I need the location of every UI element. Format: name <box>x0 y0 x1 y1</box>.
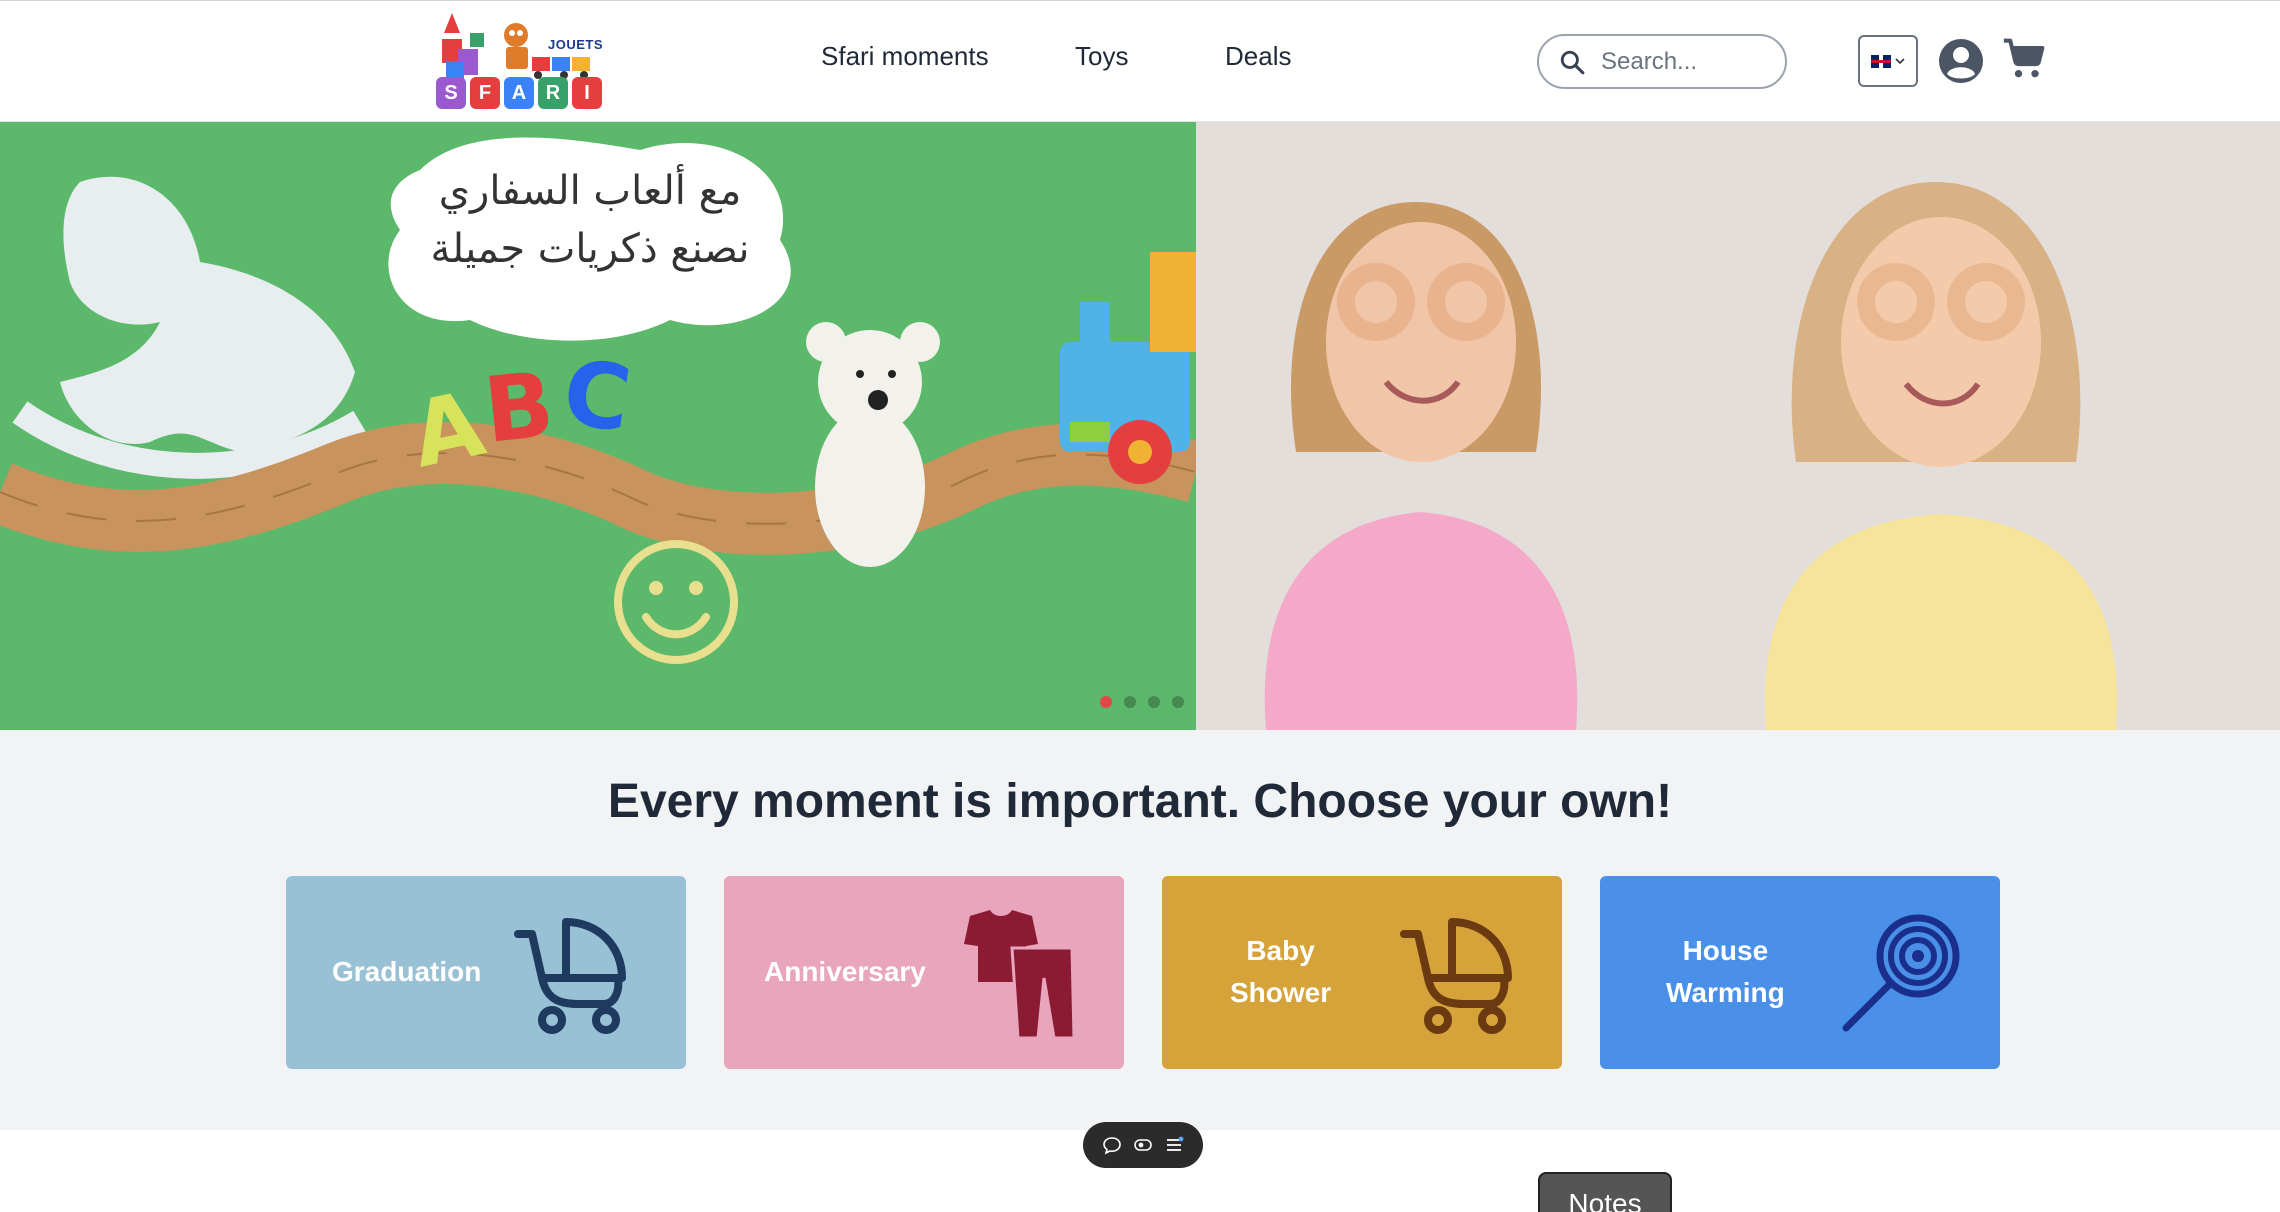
uk-flag-icon <box>1871 54 1891 68</box>
moment-card-label-line1: Baby <box>1246 935 1315 966</box>
moment-card-label: Graduation <box>332 956 482 987</box>
moment-card-graduation[interactable]: Graduation <box>286 876 686 1069</box>
clothes-icon <box>964 910 1076 1038</box>
site-header: JOUETS S F A R I Sfari moments Toys Deal… <box>0 0 2280 122</box>
moment-card-label-line2: Shower <box>1230 977 1332 1008</box>
logo-tagline: JOUETS <box>548 37 604 52</box>
stroller-icon <box>1400 918 1512 1034</box>
eye-icon[interactable] <box>1133 1135 1153 1155</box>
logo-letter: I <box>572 77 602 109</box>
carousel-dot-2[interactable] <box>1124 696 1136 708</box>
moment-card-label-line2: Warming <box>1666 977 1785 1008</box>
moment-card-house-warming[interactable]: House Warming <box>1600 876 2000 1069</box>
brand-logo[interactable]: JOUETS S F A R I <box>432 11 610 113</box>
user-account-icon[interactable] <box>1938 38 1984 84</box>
logo-letter: F <box>470 77 500 109</box>
logo-letter: A <box>504 77 534 109</box>
language-selector[interactable] <box>1858 35 1918 87</box>
comment-icon[interactable] <box>1102 1135 1122 1155</box>
carousel-dot-4[interactable] <box>1172 696 1184 708</box>
carousel-dot-3[interactable] <box>1148 696 1160 708</box>
nav-sfari-moments[interactable]: Sfari moments <box>821 41 989 72</box>
search-icon <box>1560 50 1585 74</box>
logo-letter: S <box>436 77 466 109</box>
lollipop-icon <box>1842 914 1960 1032</box>
moment-card-label: House Warming <box>1666 930 1785 1014</box>
floating-toolbar <box>1083 1122 1203 1168</box>
nav-deals[interactable]: Deals <box>1225 41 1291 72</box>
nav-toys[interactable]: Toys <box>1075 41 1128 72</box>
stroller-icon <box>514 918 626 1034</box>
moments-heading: Every moment is important. Choose your o… <box>607 775 1673 828</box>
chevron-down-icon <box>1895 58 1905 65</box>
shopping-cart-icon[interactable] <box>2002 37 2046 81</box>
svg-text:C: C <box>557 340 637 453</box>
carousel-dot-1[interactable] <box>1100 696 1112 708</box>
kids-photo-illustration <box>1196 122 2280 730</box>
notes-button[interactable]: Notes <box>1538 1172 1672 1212</box>
menu-icon[interactable] <box>1164 1135 1184 1155</box>
moment-card-label: Baby Shower <box>1230 930 1331 1014</box>
hero-slogan-line2: نصنع ذكريات جميلة <box>430 226 750 272</box>
hero-banner-kids-photo <box>1196 122 2280 730</box>
moment-card-label-line1: House <box>1682 935 1769 966</box>
search-input[interactable] <box>1601 47 1761 76</box>
moment-card-label: Anniversary <box>764 956 926 987</box>
hero-banner-toys: A B C مع ألعاب السفاري نصنع ذكريات جميلة <box>0 122 1196 730</box>
svg-text:B: B <box>479 352 558 464</box>
logo-letter: R <box>538 77 568 109</box>
moment-card-baby-shower[interactable]: Baby Shower <box>1162 876 1562 1069</box>
moments-section: Every moment is important. Choose your o… <box>0 730 2280 1130</box>
search-box[interactable] <box>1537 34 1787 89</box>
hero-arabic-slogan: مع ألعاب السفاري نصنع ذكريات جميلة <box>400 162 780 278</box>
carousel-dots <box>1100 696 1184 708</box>
logo-wordmark: S F A R I <box>436 77 602 109</box>
hero-slogan-line1: مع ألعاب السفاري <box>438 168 742 214</box>
moment-card-anniversary[interactable]: Anniversary <box>724 876 1124 1069</box>
